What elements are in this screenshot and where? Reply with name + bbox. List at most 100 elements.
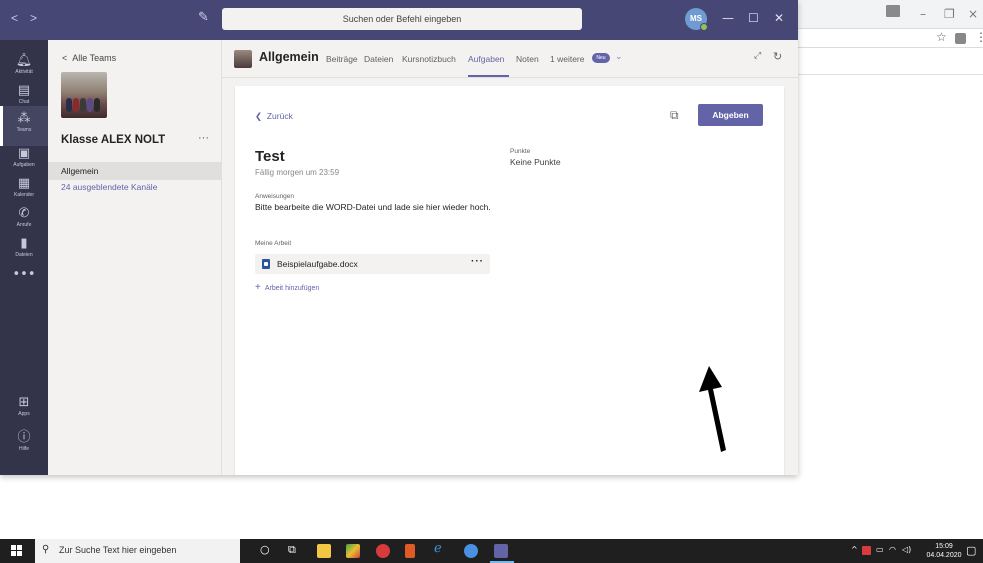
browser-urlbar[interactable]: ☆ ⋮ [798,28,983,48]
back-link[interactable]: ❮ Zurück [255,111,293,122]
team-image [61,72,107,118]
taskbar: ⚲ Zur Suche Text hier eingeben ○ ⧉ ℯ ^ ▭… [0,539,983,563]
rail-item-teams[interactable]: ⁂ Teams [0,106,48,146]
restore-icon[interactable]: ❐ [944,7,955,21]
edge-icon[interactable]: ℯ [434,541,442,556]
browser-menu-icon[interactable]: ⋮ [975,30,983,44]
volume-icon[interactable]: ◁) [902,545,911,554]
chevron-left-icon: ❮ [255,111,267,121]
rail-label: Aufgaben [13,162,35,168]
rail-label: Hilfe [18,446,29,452]
tab-files[interactable]: Dateien [364,54,393,64]
bookmark-star-icon[interactable]: ☆ [936,30,947,44]
tab-class-notebook[interactable]: Kursnotizbuch [402,54,456,64]
reload-icon[interactable]: ↻ [773,50,782,63]
chevron-up-icon[interactable]: ^ [851,545,858,554]
points-value: Keine Punkte [510,157,561,167]
team-more-options-icon[interactable]: ··· [198,132,209,144]
channel-item-general[interactable]: Allgemein [61,166,98,176]
assignment-card: ❮ Zurück ⧉ Abgeben Test Fällig morgen um… [235,86,784,475]
close-icon[interactable]: × [968,7,978,21]
annotation-arrow-icon [699,366,726,452]
task-view-icon[interactable]: ⧉ [288,543,296,557]
search-icon: ⚲ [42,544,50,555]
close-icon[interactable]: ✕ [774,11,784,25]
rail-label: Chat [18,99,30,105]
rail-label: Dateien [15,252,33,258]
app-rail: 🔔︎ Aktivität ▤ Chat ⁂ Teams ▣ Aufgaben ▦… [0,40,48,475]
cortana-icon[interactable]: ○ [260,543,270,556]
chevron-left-icon: < [62,53,73,63]
extension-icon[interactable] [955,33,966,44]
help-icon: ⓘ [17,430,31,445]
tab-assignments[interactable]: Aufgaben [468,54,504,64]
file-more-options-icon[interactable]: ··· [471,256,484,267]
file-name[interactable]: Beispielaufgabe.docx [277,259,358,269]
app-icon[interactable] [376,544,390,558]
instructions-text: Bitte bearbeite die WORD-Datei und lade … [255,202,491,212]
expand-icon[interactable]: ⤢ [754,51,761,61]
team-image [234,50,252,68]
minimize-icon[interactable]: — [722,11,734,25]
chat-icon: ▤ [17,83,31,98]
rail-label: Aktivität [15,69,33,75]
avatar[interactable]: MS [685,8,708,31]
teams-taskbar-icon[interactable] [494,544,508,558]
search-input[interactable]: Suchen oder Befehl eingeben [222,8,582,30]
clock-date: 04.04.2020 [926,552,962,559]
tab-posts[interactable]: Beiträge [326,54,358,64]
chrome-icon[interactable] [464,544,478,558]
profile-icon[interactable] [886,5,900,17]
bell-icon: 🔔︎ [15,53,33,68]
tab-more[interactable]: 1 weitere [550,54,585,64]
main-content: Allgemein Beiträge Dateien Kursnotizbuch… [221,40,798,475]
all-teams-link[interactable]: < Alle Teams [62,53,116,63]
windows-start-icon[interactable] [11,545,23,557]
points-label: Punkte [510,148,531,155]
photos-app-icon[interactable] [346,544,360,558]
office-icon[interactable] [405,544,415,558]
teams-window: < > ✎ Suchen oder Befehl eingeben MS — ☐… [0,0,798,475]
browser-titlebar: – ❐ × [798,0,983,28]
clock[interactable]: 15:09 04.04.2020 [924,542,964,560]
rail-label: Anrufe [16,222,32,228]
submit-button[interactable]: Abgeben [698,104,763,126]
assignments-icon: ▣ [17,146,31,161]
forward-arrow-icon[interactable]: > [30,11,37,25]
file-explorer-icon[interactable] [317,544,331,558]
more-icon: ••• [12,267,36,282]
network-icon[interactable]: ◠ [889,545,896,554]
team-panel: < Alle Teams Klasse ALEX NOLT ··· Allgem… [48,40,221,475]
clock-time: 15:09 [935,543,953,550]
rail-item-apps[interactable]: ⊞ Apps [0,390,48,430]
chevron-down-icon[interactable]: ⌄ [615,52,623,62]
immersive-reader-icon[interactable]: ⧉ [670,108,679,123]
all-teams-label: Alle Teams [72,53,117,63]
taskbar-search-input[interactable]: ⚲ Zur Suche Text hier eingeben [35,539,240,563]
add-work-label: Arbeit hinzufügen [264,285,320,292]
hidden-channels-link[interactable]: 24 ausgeblendete Kanäle [61,182,157,192]
notifications-icon[interactable]: ▢ [966,544,976,557]
teams-icon: ⁂ [17,111,31,126]
battery-icon[interactable]: ▭ [876,545,884,554]
plus-icon: + [255,282,261,293]
rail-item-more[interactable]: ••• [0,262,48,302]
tab-grades[interactable]: Noten [516,54,539,64]
team-name: Klasse ALEX NOLT [61,134,166,146]
maximize-icon[interactable]: ☐ [748,11,759,25]
attached-file[interactable]: Beispielaufgabe.docx ··· [255,254,490,274]
word-file-icon [262,259,270,269]
security-icon[interactable] [862,546,871,555]
calendar-icon: ▦ [17,176,31,191]
title-bar: < > ✎ Suchen oder Befehl eingeben MS — ☐… [0,0,798,40]
files-icon: ▮ [20,236,28,251]
add-work-link[interactable]: + Arbeit hinzufügen [255,282,319,293]
apps-icon: ⊞ [18,395,30,410]
new-badge: Neu [592,53,610,63]
rail-item-help[interactable]: ⓘ Hilfe [0,425,48,465]
divider [798,74,983,75]
minimize-icon[interactable]: – [920,7,926,21]
rail-label: Kalender [13,192,34,198]
back-arrow-icon[interactable]: < [11,11,18,25]
new-chat-icon[interactable]: ✎ [198,10,214,26]
